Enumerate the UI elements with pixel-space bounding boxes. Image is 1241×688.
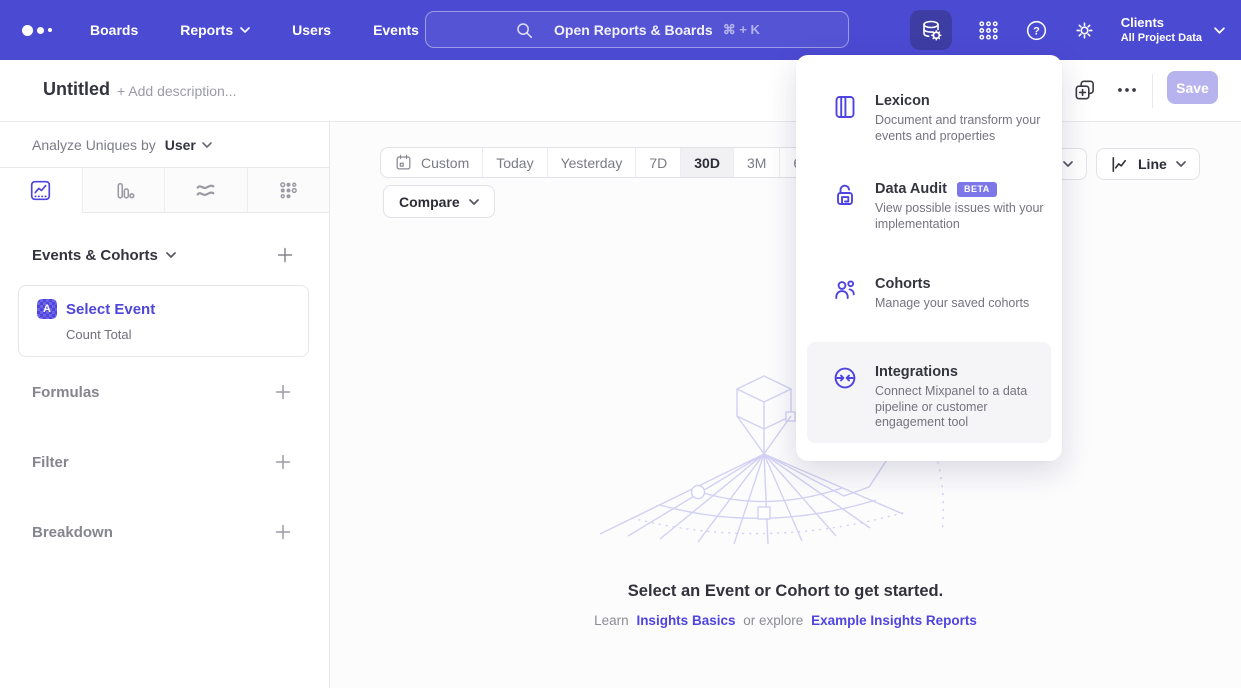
data-management-icon xyxy=(918,17,944,43)
mixpanel-logo[interactable] xyxy=(22,25,52,36)
nav-item-boards[interactable]: Boards xyxy=(90,22,138,38)
report-description-placeholder[interactable]: + Add description... xyxy=(117,83,236,99)
date-range-control: Custom Today Yesterday 7D 30D 3M 6M xyxy=(380,147,827,178)
data-management-menu: Lexicon Document and transform your even… xyxy=(796,55,1062,461)
navbar-right-group: ? Clients All Project Data xyxy=(910,0,1225,60)
analyze-selector-row: Analyze Uniques by User xyxy=(0,122,329,167)
project-name: Clients xyxy=(1121,15,1202,31)
nav-item-users[interactable]: Users xyxy=(292,22,331,38)
learn-prefix: Learn xyxy=(594,613,629,628)
data-audit-icon xyxy=(832,182,858,208)
ellipsis-icon xyxy=(1114,77,1140,103)
range-custom[interactable]: Custom xyxy=(381,148,482,177)
tab-bar-chart[interactable] xyxy=(82,168,165,213)
top-navbar: Boards Reports Users Events Open Reports… xyxy=(0,0,1241,60)
plus-icon xyxy=(275,384,291,400)
analyze-prefix-label: Analyze Uniques by xyxy=(32,137,156,153)
chevron-down-icon xyxy=(469,199,479,205)
line-chart-tab-icon xyxy=(29,179,52,202)
range-7d[interactable]: 7D xyxy=(635,148,680,177)
project-scope: All Project Data xyxy=(1121,31,1202,45)
metric-chart-tab-icon xyxy=(277,179,300,202)
lexicon-icon xyxy=(832,94,858,120)
bar-chart-tab-icon xyxy=(112,179,135,202)
plus-icon xyxy=(275,454,291,470)
example-insights-reports-link[interactable]: Example Insights Reports xyxy=(811,613,977,628)
insights-basics-link[interactable]: Insights Basics xyxy=(636,613,735,628)
line-chart-icon xyxy=(1110,155,1129,174)
chevron-down-icon xyxy=(202,142,212,148)
empty-state-title: Select an Event or Cohort to get started… xyxy=(330,582,1241,601)
event-aggregation-label[interactable]: Count Total xyxy=(66,327,294,342)
nav-item-reports[interactable]: Reports xyxy=(180,22,250,38)
chart-style-dropdown[interactable]: Line xyxy=(1096,148,1200,180)
tab-metric-chart[interactable] xyxy=(247,168,330,213)
query-sidebar: Analyze Uniques by User xyxy=(0,122,330,688)
add-breakdown-button[interactable] xyxy=(275,524,291,540)
save-button[interactable]: Save xyxy=(1167,71,1218,104)
chevron-down-icon xyxy=(1063,161,1073,167)
event-series-badge: A xyxy=(37,299,57,319)
filter-section-row: Filter xyxy=(0,427,329,497)
data-management-button[interactable] xyxy=(910,10,952,50)
nav-item-events[interactable]: Events xyxy=(373,22,419,38)
chevron-down-icon xyxy=(1214,27,1225,34)
range-30d[interactable]: 30D xyxy=(680,148,733,177)
help-icon: ? xyxy=(1025,19,1048,42)
calendar-icon xyxy=(394,153,413,172)
breakdown-section-row: Breakdown xyxy=(0,497,329,567)
select-event-link[interactable]: Select Event xyxy=(66,301,155,318)
settings-gear-icon xyxy=(1073,19,1096,42)
integrations-icon xyxy=(832,365,858,391)
chevron-down-icon xyxy=(1176,161,1186,167)
cohorts-icon xyxy=(832,277,858,303)
compare-button[interactable]: Compare xyxy=(383,185,495,218)
header-divider xyxy=(1152,74,1153,108)
search-shortcut: ⌘ + K xyxy=(723,22,760,38)
range-today[interactable]: Today xyxy=(482,148,546,177)
svg-text:?: ? xyxy=(1033,25,1040,37)
add-formula-button[interactable] xyxy=(275,384,291,400)
tab-stacked-chart[interactable] xyxy=(164,168,247,213)
formulas-section-row: Formulas xyxy=(0,357,329,427)
chevron-down-icon xyxy=(240,27,250,33)
primary-nav: Boards Reports Users Events xyxy=(90,22,419,38)
plus-icon xyxy=(277,247,293,263)
search-icon xyxy=(514,20,534,40)
apps-grid-icon xyxy=(977,19,1000,42)
stacked-chart-tab-icon xyxy=(194,179,217,202)
add-event-button[interactable] xyxy=(277,247,293,263)
empty-state-links: Learn Insights Basics or explore Example… xyxy=(330,613,1241,628)
global-search-input[interactable]: Open Reports & Boards ⌘ + K xyxy=(425,11,849,48)
apps-grid-button[interactable] xyxy=(977,19,1000,42)
add-filter-button[interactable] xyxy=(275,454,291,470)
analyze-value-dropdown[interactable]: User xyxy=(165,137,212,153)
range-3m[interactable]: 3M xyxy=(733,148,779,177)
chart-type-tabs xyxy=(0,167,329,213)
or-explore-text: or explore xyxy=(743,613,803,628)
mixpanel-insights-app: Boards Reports Users Events Open Reports… xyxy=(0,0,1241,688)
more-actions-button[interactable] xyxy=(1114,77,1140,108)
range-yesterday[interactable]: Yesterday xyxy=(547,148,636,177)
project-switcher[interactable]: Clients All Project Data xyxy=(1121,15,1225,45)
copy-plus-icon xyxy=(1072,77,1098,103)
settings-button[interactable] xyxy=(1073,19,1096,42)
duplicate-report-button[interactable] xyxy=(1072,77,1098,108)
events-cohorts-header: Events & Cohorts xyxy=(0,237,329,273)
report-title[interactable]: Untitled xyxy=(43,79,110,100)
events-cohorts-toggle[interactable]: Events & Cohorts xyxy=(32,247,176,264)
beta-badge: BETA xyxy=(957,182,997,197)
help-button[interactable]: ? xyxy=(1025,19,1048,42)
tab-line-chart[interactable] xyxy=(0,168,82,213)
search-placeholder: Open Reports & Boards xyxy=(554,22,713,38)
main-canvas: Custom Today Yesterday 7D 30D 3M 6M Comp… xyxy=(330,122,1241,688)
plus-icon xyxy=(275,524,291,540)
event-query-card[interactable]: A Select Event Count Total xyxy=(18,285,309,357)
chevron-down-icon xyxy=(166,252,176,258)
